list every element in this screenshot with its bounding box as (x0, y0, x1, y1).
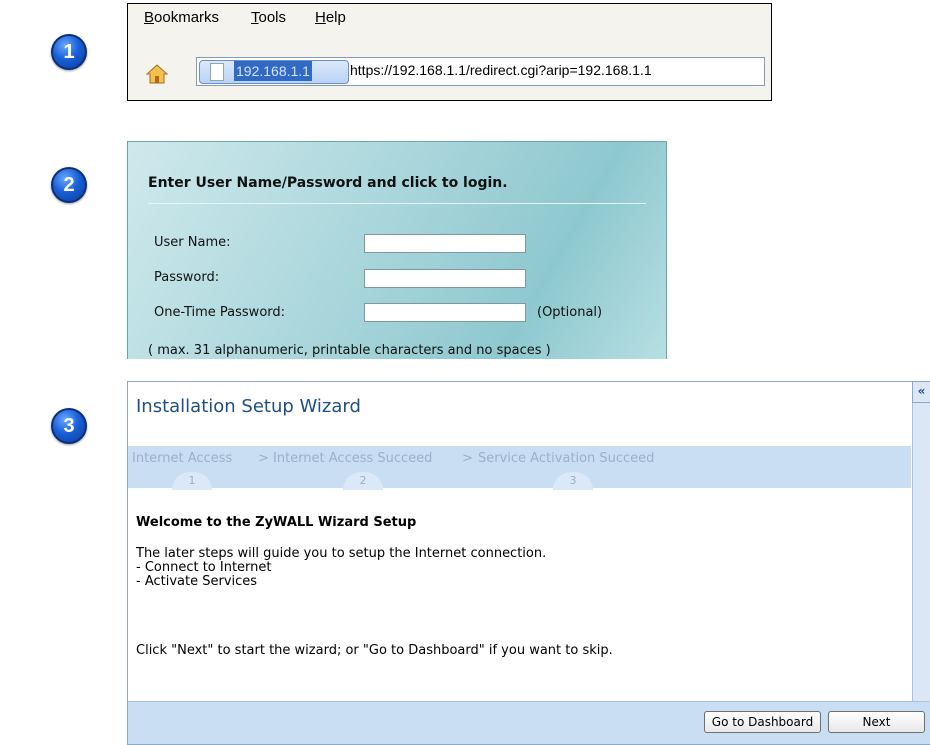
url-text[interactable]: https://192.168.1.1/redirect.cgi?arip=19… (350, 60, 652, 81)
browser-window: Bookmarks Tools Help 192.168.1.1 https:/… (127, 3, 772, 101)
step-number-2: 2 (343, 472, 383, 490)
wizard-heading: Welcome to the ZyWALL Wizard Setup (136, 515, 417, 530)
side-strip (912, 403, 930, 702)
step-3-badge: 3 (51, 408, 87, 444)
step-number-3: 3 (553, 472, 593, 490)
home-icon[interactable] (146, 64, 168, 84)
password-label: Password: (154, 270, 220, 285)
menu-bookmarks[interactable]: Bookmarks (144, 9, 219, 26)
url-host: 192.168.1.1 (234, 61, 312, 81)
username-field[interactable] (364, 234, 526, 253)
step-2-badge: 2 (51, 167, 87, 203)
menu-tools[interactable]: Tools (251, 9, 286, 26)
step-1-badge: 1 (51, 34, 87, 70)
site-identity-chip[interactable]: 192.168.1.1 (199, 60, 349, 84)
login-hint: ( max. 31 alphanumeric, printable charac… (148, 343, 551, 358)
setup-wizard: Installation Setup Wizard « Internet Acc… (127, 381, 930, 745)
wizard-bullet-connect: - Connect to Internet (136, 560, 272, 575)
login-divider (148, 203, 646, 204)
step-number-1: 1 (172, 472, 212, 490)
wizard-bullet-activate: - Activate Services (136, 574, 258, 589)
collapse-icon[interactable]: « (912, 382, 930, 403)
next-button[interactable]: Next (828, 711, 925, 733)
login-title: Enter User Name/Password and click to lo… (148, 175, 508, 191)
wizard-intro: The later steps will guide you to setup … (136, 546, 547, 561)
step-separator: > (258, 451, 269, 466)
wizard-footer: Go to Dashboard Next (128, 701, 930, 744)
step-service-activation-succeed: Service Activation Succeed (478, 451, 655, 466)
address-bar[interactable]: 192.168.1.1 https://192.168.1.1/redirect… (196, 57, 765, 86)
browser-menubar: Bookmarks Tools Help (128, 4, 771, 40)
otp-optional-note: (Optional) (537, 305, 603, 320)
step-separator: > (462, 451, 473, 466)
otp-label: One-Time Password: (154, 305, 286, 320)
wizard-instruction: Click "Next" to start the wizard; or "Go… (136, 643, 613, 658)
wizard-title: Installation Setup Wizard (136, 396, 361, 417)
step-internet-access: Internet Access (132, 451, 233, 466)
login-panel: Enter User Name/Password and click to lo… (127, 141, 667, 359)
otp-field[interactable] (364, 303, 526, 322)
username-label: User Name: (154, 235, 231, 250)
password-field[interactable] (364, 269, 526, 288)
page-icon (210, 63, 224, 81)
wizard-steps: Internet Access > Internet Access Succee… (128, 446, 911, 490)
step-internet-access-succeed: Internet Access Succeed (273, 451, 433, 466)
menu-help[interactable]: Help (315, 9, 346, 26)
go-to-dashboard-button[interactable]: Go to Dashboard (704, 711, 821, 733)
